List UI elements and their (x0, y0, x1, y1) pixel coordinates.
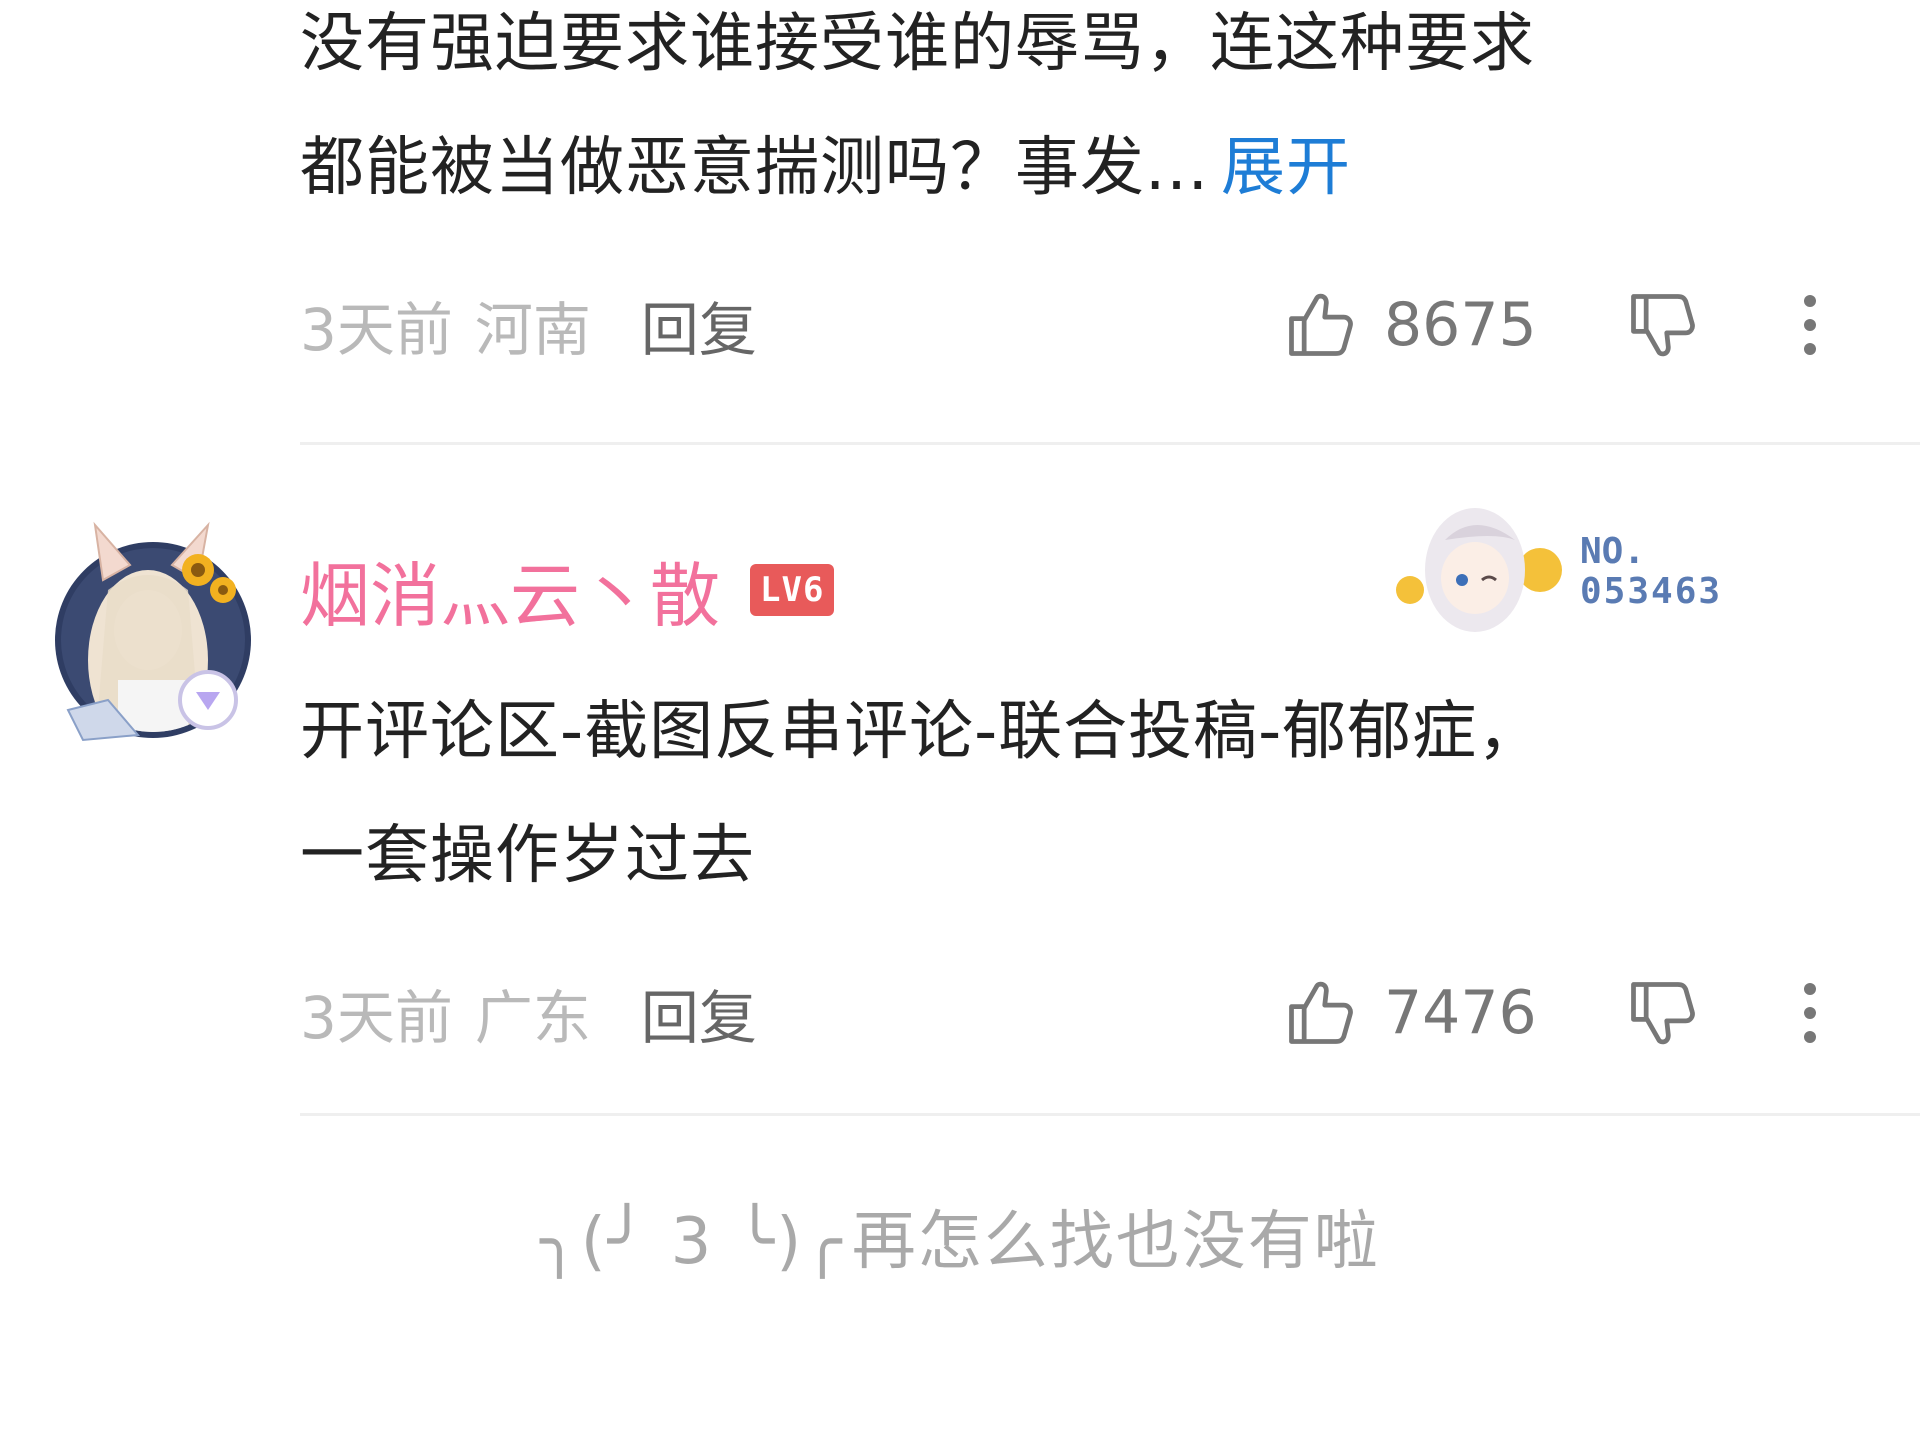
comment-2-region: 广东 (474, 984, 591, 1052)
fan-badge-avatar-icon (1396, 508, 1562, 632)
fan-badge-number: 053463 (1580, 571, 1723, 612)
thumbs-up-icon[interactable] (1282, 975, 1358, 1051)
comment-1-text-line-1: 没有强迫要求谁接受谁的辱骂，连这种要求 (300, 7, 1535, 81)
comment-1-text-line-2: 都能被当做恶意揣测吗？事发... 展开 (300, 106, 1860, 230)
more-vertical-icon[interactable] (1800, 285, 1820, 365)
fan-badge[interactable]: NO. 053463 (1390, 500, 1770, 640)
comment-1-body: 没有强迫要求谁接受谁的辱骂，连这种要求 都能被当做恶意揣测吗？事发... 展开 (300, 0, 1860, 230)
thumbs-down-icon[interactable] (1624, 287, 1700, 363)
comment-2-reply-button[interactable]: 回复 (641, 971, 757, 1055)
comment-2-meta-row: 3天前 广东 回复 7476 (300, 973, 1860, 1053)
divider-1 (300, 442, 1920, 445)
fan-badge-no: NO. (1580, 531, 1646, 572)
thumbs-up-icon[interactable] (1282, 287, 1358, 363)
comment-2-text-line-2: 一套操作岁过去 (300, 819, 755, 893)
user-avatar[interactable] (48, 510, 258, 750)
end-note-kaomoji: ╮(╯ 3 ╰)╭ (540, 1205, 844, 1279)
comment-1-like-count: 8675 (1384, 290, 1537, 360)
comment-1-meta-row: 3天前 河南 回复 8675 (300, 285, 1860, 365)
thumbs-down-icon[interactable] (1624, 975, 1700, 1051)
comment-2-time: 3天前 (300, 984, 453, 1052)
comment-1-time: 3天前 (300, 296, 453, 364)
comment-2-like-count: 7476 (1384, 978, 1537, 1048)
comment-2-actions: 7476 (1282, 973, 1820, 1053)
level-badge: LV6 (750, 564, 835, 616)
expand-link[interactable]: 展开 (1221, 131, 1351, 205)
fan-badge-label: NO. 053463 (1580, 532, 1722, 612)
username[interactable]: 烟消灬云丶散 (300, 540, 720, 641)
comment-1-reply-button[interactable]: 回复 (641, 283, 757, 367)
comment-1-text-line-2-content: 都能被当做恶意揣测吗？事发... (300, 131, 1210, 205)
comment-2-text-line-1: 开评论区-截图反串评论-联合投稿-郁郁症， (300, 695, 1543, 769)
comment-1-region: 河南 (474, 296, 591, 364)
end-note-text: 再怎么找也没有啦 (851, 1205, 1380, 1279)
comment-1-actions: 8675 (1282, 285, 1820, 365)
divider-2 (300, 1113, 1920, 1116)
more-vertical-icon[interactable] (1800, 973, 1820, 1053)
end-of-list-note: ╮(╯ 3 ╰)╭ 再怎么找也没有啦 (0, 1190, 1920, 1282)
comment-2-user-row: 烟消灬云丶散 LV6 (300, 540, 835, 641)
comment-2-body: 开评论区-截图反串评论-联合投稿-郁郁症， 一套操作岁过去 (300, 670, 1860, 918)
